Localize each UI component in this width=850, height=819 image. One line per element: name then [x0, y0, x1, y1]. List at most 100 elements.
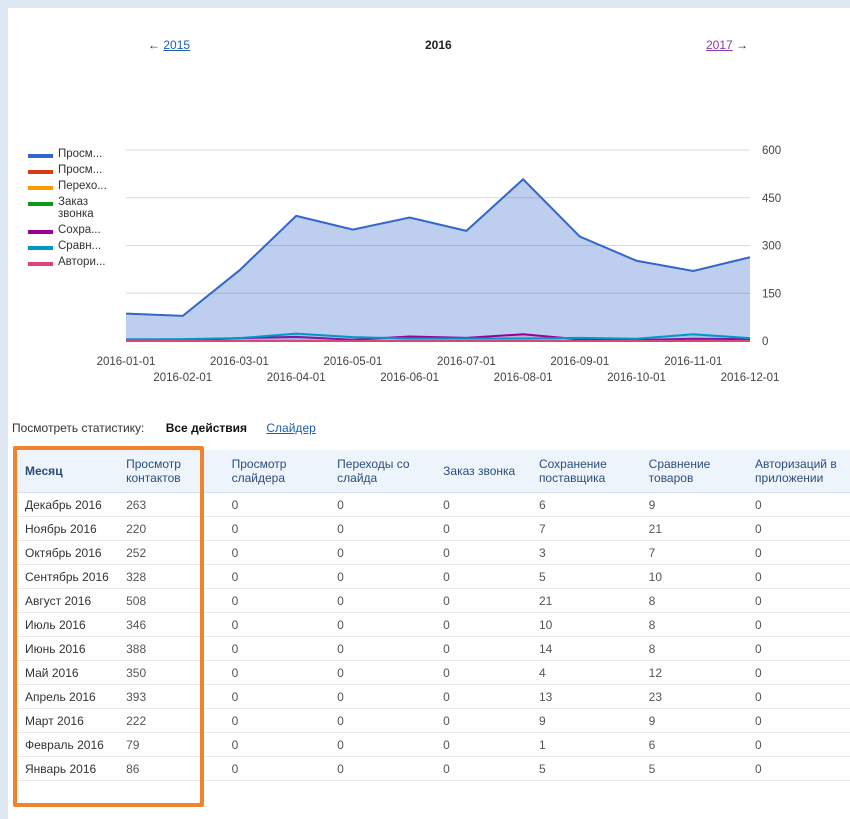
- y-tick-label: 600: [762, 145, 781, 157]
- table-cell: 10: [530, 612, 641, 637]
- x-tick-label: 2016-09-01: [550, 356, 609, 368]
- legend-swatch: [28, 202, 53, 206]
- table-cell: 0: [435, 660, 531, 685]
- table-cell: 0: [435, 684, 531, 709]
- table-cell: 0: [329, 660, 436, 685]
- table-cell: 0: [747, 516, 850, 541]
- legend-item[interactable]: Заказ звонка: [28, 196, 107, 220]
- chart-legend: Просм... Просм... Перехо... Заказ звонка Сох…: [28, 148, 107, 272]
- table-cell: 0: [747, 636, 850, 661]
- table-cell: 0: [435, 492, 531, 517]
- table-cell: 0: [223, 684, 330, 709]
- stats-filter-label: Посмотреть статистику:: [12, 421, 145, 435]
- table-cell: 0: [223, 708, 330, 733]
- area-chart: 600 450 300 150 0 2016-01-01 2016-02-01 2016-03…: [97, 145, 782, 384]
- x-tick-label: 2016-01-01: [97, 356, 156, 368]
- table-cell: 8: [640, 612, 748, 637]
- table-cell: 7: [530, 516, 641, 541]
- x-tick-label: 2016-07-01: [437, 356, 496, 368]
- table-cell: 0: [223, 756, 330, 781]
- table-cell: 0: [747, 564, 850, 589]
- legend-swatch: [28, 262, 53, 266]
- filter-slider-link[interactable]: Слайдер: [266, 421, 315, 435]
- table-cell: 0: [223, 588, 330, 613]
- table-cell: 23: [640, 684, 748, 709]
- legend-item[interactable]: Сохра...: [28, 224, 107, 236]
- x-tick-label: 2016-05-01: [323, 356, 382, 368]
- table-cell: 21: [640, 516, 748, 541]
- table-cell: 13: [530, 684, 641, 709]
- table-cell: 0: [329, 588, 436, 613]
- table-cell: 9: [640, 708, 748, 733]
- column-header: Сохранение поставщика: [530, 450, 641, 493]
- table-cell: 0: [435, 756, 531, 781]
- table-cell: 0: [435, 636, 531, 661]
- table-cell: 4: [530, 660, 641, 685]
- table-cell: 7: [640, 540, 748, 565]
- legend-item[interactable]: Перехо...: [28, 180, 107, 192]
- legend-item[interactable]: Автори...: [28, 256, 107, 268]
- column-header: Авторизаций в приложении: [747, 450, 850, 493]
- legend-item[interactable]: Просм...: [28, 148, 107, 160]
- legend-label: Сравн...: [58, 240, 102, 252]
- table-cell: 3: [530, 540, 641, 565]
- table-cell: 0: [223, 660, 330, 685]
- y-tick-label: 0: [762, 336, 768, 348]
- table-cell: 0: [747, 540, 850, 565]
- table-cell: 0: [435, 564, 531, 589]
- table-cell: 0: [223, 636, 330, 661]
- legend-swatch: [28, 246, 53, 250]
- table-cell: 0: [329, 636, 436, 661]
- filter-all-actions[interactable]: Все действия: [166, 421, 247, 435]
- x-tick-label: 2016-06-01: [380, 372, 439, 384]
- column-header: Переходы со слайда: [329, 450, 436, 493]
- table-cell: 21: [530, 588, 641, 613]
- table-cell: 0: [223, 564, 330, 589]
- table-cell: 0: [747, 660, 850, 685]
- table-cell: 0: [747, 684, 850, 709]
- legend-label: Заказ звонка: [58, 196, 94, 220]
- table-cell: 0: [329, 732, 436, 757]
- table-cell: 0: [329, 756, 436, 781]
- legend-item[interactable]: Просм...: [28, 164, 107, 176]
- table-cell: 0: [435, 540, 531, 565]
- table-cell: 0: [329, 540, 436, 565]
- table-cell: 0: [435, 588, 531, 613]
- y-tick-label: 300: [762, 241, 781, 253]
- stats-filter-bar: Посмотреть статистику: Все действия Слай…: [12, 421, 316, 435]
- table-cell: 0: [747, 588, 850, 613]
- legend-swatch: [28, 154, 53, 158]
- x-tick-label: 2016-04-01: [267, 372, 326, 384]
- x-tick-label: 2016-02-01: [153, 372, 212, 384]
- table-cell: 5: [640, 756, 748, 781]
- table-cell: 0: [329, 516, 436, 541]
- table-cell: 0: [435, 516, 531, 541]
- column-header: Заказ звонка: [435, 450, 531, 493]
- table-cell: 9: [640, 492, 748, 517]
- table-cell: 8: [640, 588, 748, 613]
- legend-label: Просм...: [58, 164, 103, 176]
- table-cell: 0: [223, 492, 330, 517]
- table-cell: 0: [223, 612, 330, 637]
- legend-swatch: [28, 170, 53, 174]
- table-cell: 6: [530, 492, 641, 517]
- legend-label: Сохра...: [58, 224, 101, 236]
- legend-label: Перехо...: [58, 180, 107, 192]
- table-cell: 12: [640, 660, 748, 685]
- statistics-panel: ← 2015 2016 2017 → 600 450 300 150 0 2016-01-…: [8, 8, 850, 819]
- table-cell: 0: [329, 492, 436, 517]
- table-cell: 6: [640, 732, 748, 757]
- y-tick-label: 150: [762, 288, 781, 300]
- legend-swatch: [28, 230, 53, 234]
- table-cell: 0: [329, 612, 436, 637]
- table-cell: 0: [329, 564, 436, 589]
- table-cell: 0: [223, 516, 330, 541]
- x-tick-label: 2016-08-01: [494, 372, 553, 384]
- column-header: Просмотр слайдера: [223, 450, 330, 493]
- table-cell: 5: [530, 756, 641, 781]
- table-cell: 0: [747, 756, 850, 781]
- x-tick-label: 2016-03-01: [210, 356, 269, 368]
- table-cell: 1: [530, 732, 641, 757]
- legend-item[interactable]: Сравн...: [28, 240, 107, 252]
- table-cell: 0: [223, 732, 330, 757]
